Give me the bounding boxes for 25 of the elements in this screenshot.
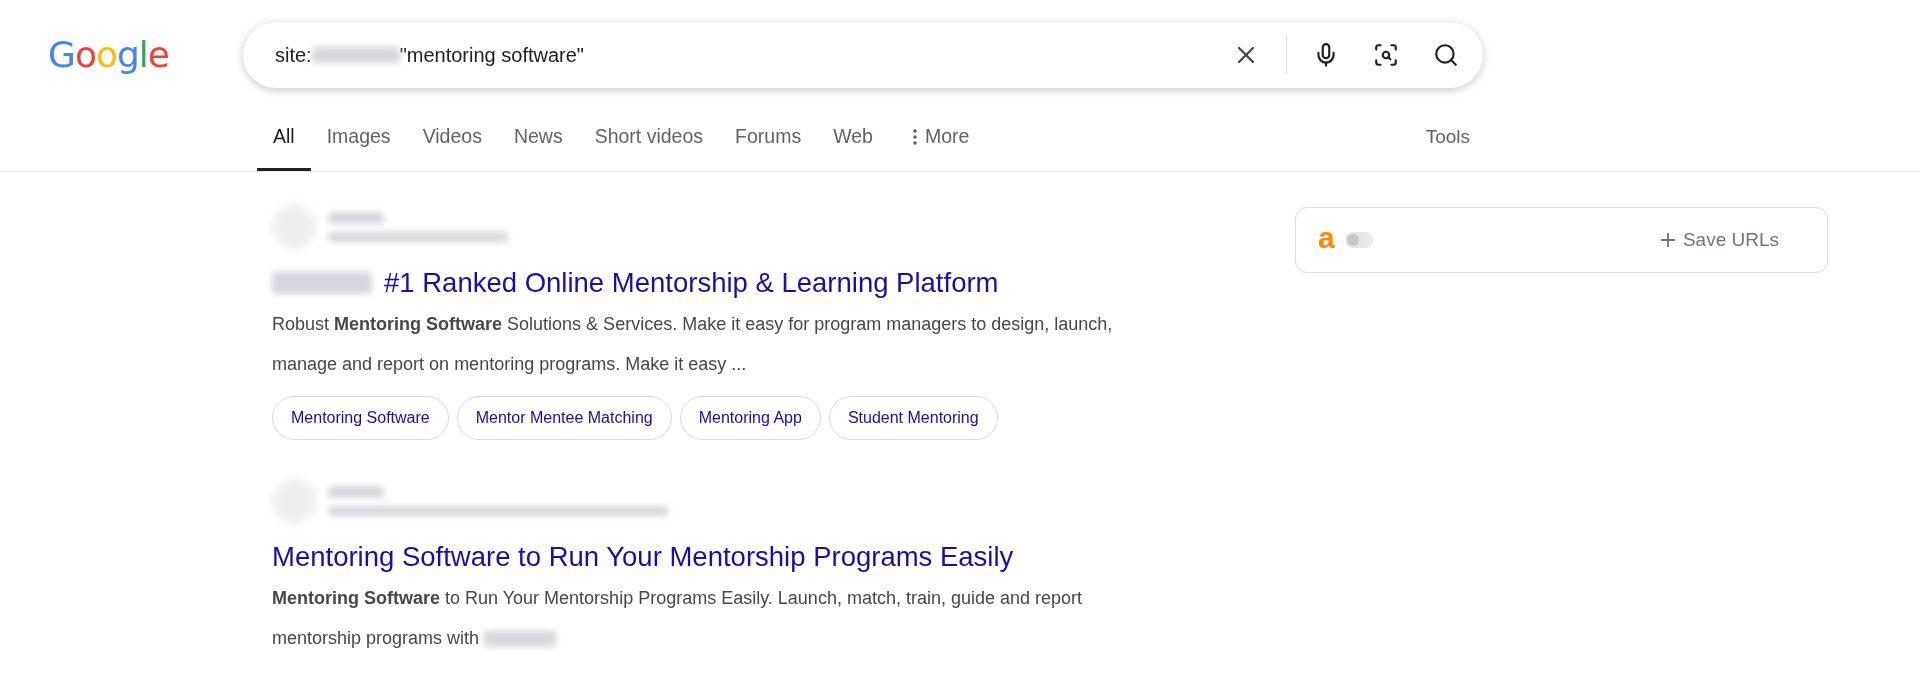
search-tab[interactable]: Images: [310, 106, 407, 171]
google-logo[interactable]: Google: [48, 28, 198, 82]
result-snippet: Mentoring Software to Run Your Mentorship Programs Easily. Launch, match, train, guide and report mentorship programs with: [272, 587, 1084, 650]
search-icon[interactable]: [1433, 42, 1459, 68]
redacted-site-name: [328, 212, 384, 224]
more-tab[interactable]: More: [896, 106, 986, 171]
tools-button[interactable]: Tools: [1425, 106, 1470, 171]
save-urls-button[interactable]: Save URLs: [1656, 225, 1779, 255]
search-tab[interactable]: Forums: [719, 106, 818, 171]
search-tab[interactable]: News: [497, 106, 579, 171]
search-tab[interactable]: Videos: [406, 106, 498, 171]
redacted-site-name: [328, 486, 384, 498]
camera-search-icon[interactable]: [1373, 42, 1399, 68]
toggle-switch[interactable]: [1344, 232, 1373, 248]
search-query-text: "mentoring software": [399, 43, 584, 68]
search-tab[interactable]: All: [257, 106, 311, 171]
result-title-link[interactable]: Mentoring Software to Run Your Mentorship Programs Easily: [272, 540, 1014, 574]
result-snippet: Robust Mentoring Software Solutions & Services. Make it easy for program managers to design, launch, manage and report on mentoring programs. Make it easy ...: [272, 313, 1114, 376]
search-tab[interactable]: Web: [817, 106, 889, 171]
search-field[interactable]: site: "mentoring software": [243, 22, 1483, 88]
search-query-text: site:: [275, 43, 312, 68]
result-title-link[interactable]: #1 Ranked Online Mentorship & Learning Platform: [384, 266, 999, 300]
extension-logo: a: [1318, 223, 1335, 253]
search-tab[interactable]: Short videos: [578, 106, 720, 171]
more-icon: [912, 129, 917, 145]
